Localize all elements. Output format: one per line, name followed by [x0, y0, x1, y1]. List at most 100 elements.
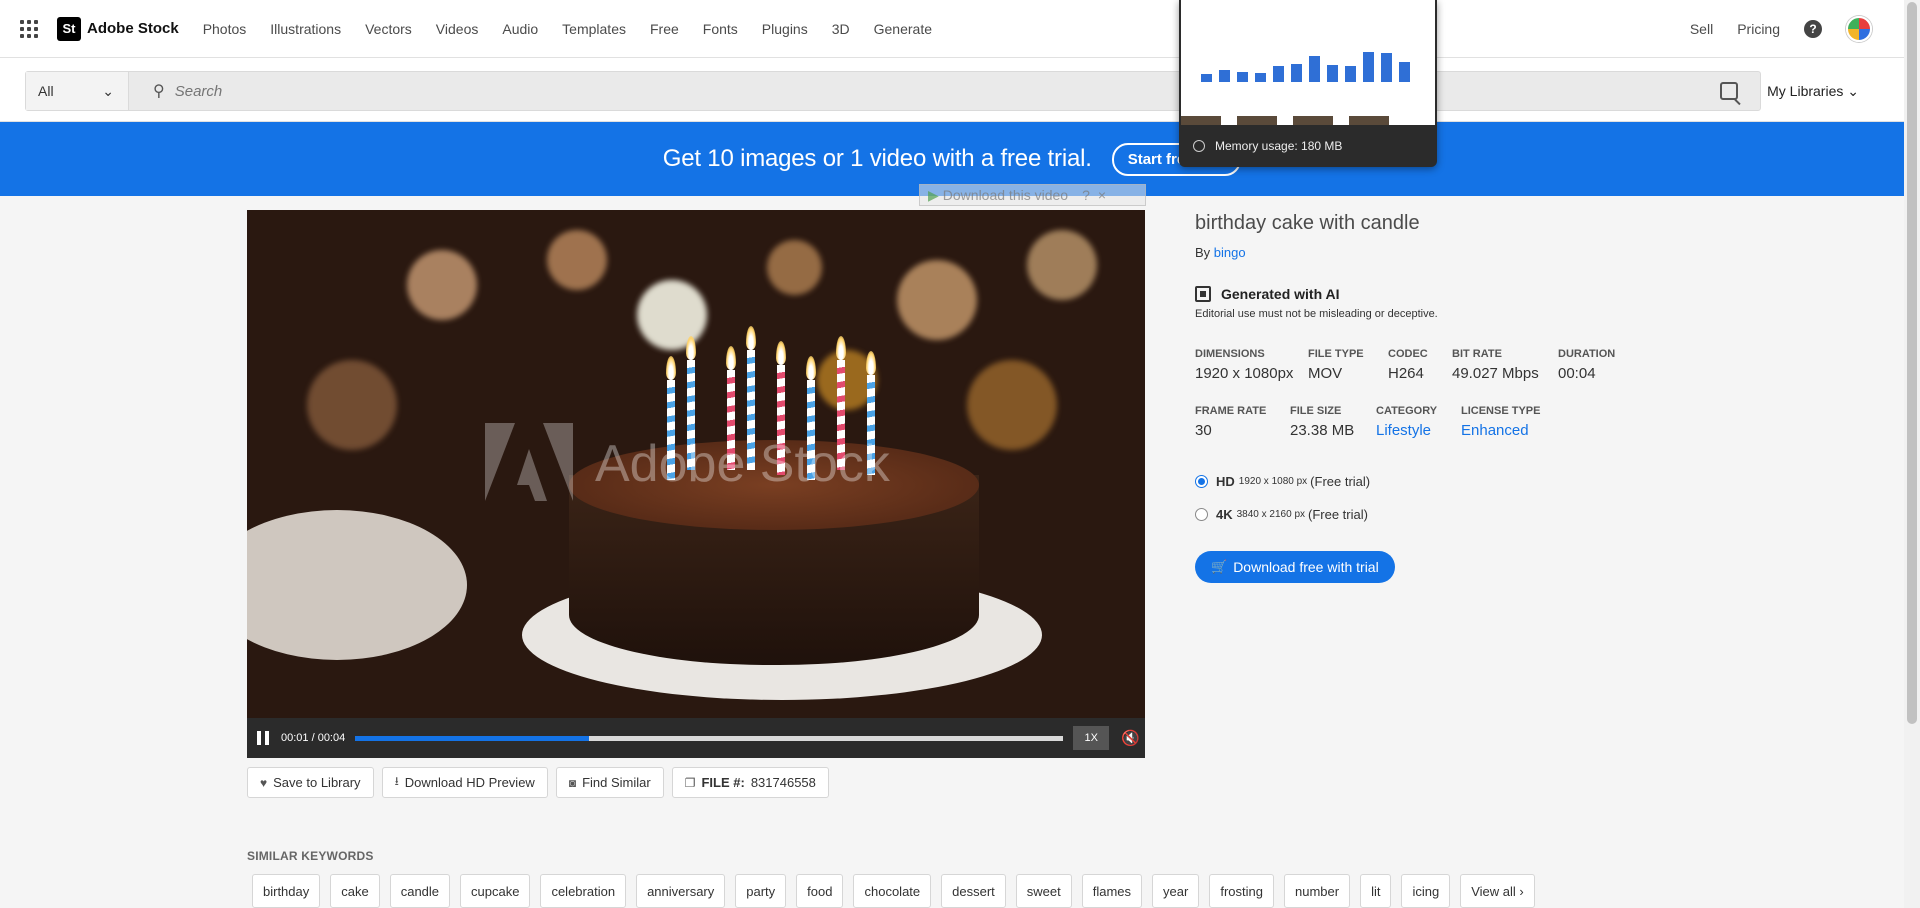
keyword-chip[interactable]: frosting: [1209, 874, 1274, 908]
overlay-help-icon[interactable]: ?: [1082, 187, 1090, 203]
option-hd[interactable]: HD 1920 x 1080 px (Free trial): [1195, 474, 1370, 489]
keyword-chip[interactable]: flames: [1081, 874, 1143, 908]
nav-sell[interactable]: Sell: [1690, 21, 1713, 37]
spec-value: 1920 x 1080px: [1195, 365, 1294, 382]
app-grid-icon[interactable]: [20, 19, 38, 38]
banner-text: Get 10 images or 1 video with a free tri…: [662, 145, 1092, 172]
nav-vectors[interactable]: Vectors: [365, 21, 412, 37]
keyword-list: birthday cake candle cupcake celebration…: [252, 874, 1545, 908]
keyword-chip[interactable]: dessert: [941, 874, 1006, 908]
by-label: By: [1195, 245, 1211, 260]
nav-audio[interactable]: Audio: [502, 21, 538, 37]
nav-3d[interactable]: 3D: [832, 21, 850, 37]
license-type-link[interactable]: Enhanced: [1461, 422, 1540, 439]
save-to-library-button[interactable]: ♥ Save to Library: [247, 767, 374, 798]
keyword-chip[interactable]: food: [796, 874, 844, 908]
video-timeline[interactable]: [355, 735, 1064, 741]
nav-illustrations[interactable]: Illustrations: [270, 21, 341, 37]
page-scrollbar[interactable]: [1904, 0, 1920, 908]
author-link[interactable]: bingo: [1214, 245, 1246, 260]
avatar[interactable]: [1846, 16, 1872, 42]
camera-icon: ◙: [568, 775, 577, 790]
candle-flame: [836, 336, 846, 360]
option-hd-label: HD: [1216, 474, 1235, 489]
pause-icon[interactable]: [257, 731, 269, 745]
nav-generate[interactable]: Generate: [874, 21, 932, 37]
keyword-chip[interactable]: cupcake: [460, 874, 531, 908]
download-free-trial-button[interactable]: 🛒 Download free with trial: [1195, 551, 1395, 583]
search-input[interactable]: [174, 82, 1720, 100]
candle-flame: [726, 346, 736, 370]
spec-value: 23.38 MB: [1290, 422, 1355, 439]
asset-title: birthday cake with candle: [1195, 212, 1420, 234]
watermark-text: Adobe Stock: [595, 435, 890, 493]
playback-speed-button[interactable]: 1X: [1073, 726, 1110, 750]
visual-search-icon[interactable]: [1720, 82, 1738, 100]
cart-icon: 🛒: [1211, 559, 1228, 574]
keyword-chip[interactable]: number: [1283, 874, 1351, 908]
video-player[interactable]: Adobe Stock: [247, 210, 1145, 718]
candle-flame: [866, 351, 876, 375]
my-libraries-button[interactable]: My Libraries ⌄: [1767, 83, 1859, 100]
mute-icon[interactable]: 🔇: [1121, 729, 1140, 747]
keyword-chip[interactable]: birthday: [252, 874, 321, 908]
keyword-chip[interactable]: anniversary: [636, 874, 726, 908]
option-4k-label: 4K: [1216, 507, 1233, 522]
keyword-chip[interactable]: celebration: [540, 874, 627, 908]
copy-icon: ❐: [684, 775, 696, 790]
nav-free[interactable]: Free: [650, 21, 679, 37]
spec-value: 30: [1195, 422, 1212, 439]
nav-photos[interactable]: Photos: [203, 21, 247, 37]
save-to-library-label: Save to Library: [273, 775, 361, 790]
download-video-overlay[interactable]: ▶ Download this video ? ×: [919, 184, 1146, 206]
keyword-chip[interactable]: sweet: [1015, 874, 1072, 908]
spec-label: FILE TYPE: [1308, 348, 1364, 360]
adobe-watermark-logo-icon: [485, 423, 573, 501]
option-4k[interactable]: 4K 3840 x 2160 px (Free trial): [1195, 507, 1368, 522]
ai-label: Generated with AI: [1221, 286, 1340, 302]
candle-flame: [806, 356, 816, 380]
4k-radio[interactable]: [1195, 508, 1208, 521]
scrollbar-thumb[interactable]: [1907, 2, 1917, 724]
nav-links: Photos Illustrations Vectors Videos Audi…: [203, 21, 956, 37]
nav-templates[interactable]: Templates: [562, 21, 626, 37]
keyword-chip[interactable]: year: [1152, 874, 1200, 908]
file-number-label: FILE #:: [701, 775, 745, 790]
spec-label: FRAME RATE: [1195, 405, 1267, 417]
nav-fonts[interactable]: Fonts: [703, 21, 738, 37]
play-icon: ▶: [928, 186, 939, 203]
keyword-chip[interactable]: lit: [1360, 874, 1392, 908]
spec-frame-rate: FRAME RATE 30: [1195, 405, 1266, 439]
download-video-label: Download this video: [942, 187, 1069, 203]
asset-details: birthday cake with candle By bingo Gener…: [1195, 212, 1615, 583]
download-hd-preview-button[interactable]: ⭳ Download HD Preview: [381, 767, 548, 798]
help-icon[interactable]: ?: [1804, 20, 1822, 38]
category-link[interactable]: Lifestyle: [1376, 422, 1437, 439]
find-similar-button[interactable]: ◙ Find Similar: [555, 767, 664, 798]
side-plate: [247, 510, 467, 660]
asset-actions: ♥ Save to Library ⭳ Download HD Preview …: [247, 767, 837, 798]
brand-logo[interactable]: St Adobe Stock: [57, 16, 179, 41]
nav-plugins[interactable]: Plugins: [762, 21, 808, 37]
candle-flame: [666, 356, 676, 380]
keyword-chip[interactable]: candle: [389, 874, 451, 908]
bokeh-light: [967, 360, 1057, 450]
search-filter-select[interactable]: All ⌄: [26, 72, 129, 110]
keyword-chip[interactable]: chocolate: [853, 874, 932, 908]
ai-note: Editorial use must not be misleading or …: [1195, 308, 1438, 320]
nav-videos[interactable]: Videos: [436, 21, 479, 37]
view-all-keywords-button[interactable]: View all ›: [1460, 874, 1535, 908]
download-hd-preview-label: Download HD Preview: [404, 775, 535, 790]
spec-label: BIT RATE: [1452, 348, 1502, 360]
file-number[interactable]: ❐ FILE #: 831746558: [671, 767, 829, 798]
spec-duration: DURATION 00:04: [1558, 348, 1615, 382]
hd-radio[interactable]: [1195, 475, 1208, 488]
spec-category: CATEGORY Lifestyle: [1376, 405, 1437, 439]
keyword-chip[interactable]: icing: [1401, 874, 1451, 908]
ai-generated-icon: [1195, 286, 1211, 302]
nav-pricing[interactable]: Pricing: [1737, 21, 1780, 37]
close-icon[interactable]: ×: [1098, 187, 1106, 203]
similar-keywords-title: SIMILAR KEYWORDS: [247, 849, 374, 863]
keyword-chip[interactable]: cake: [330, 874, 380, 908]
keyword-chip[interactable]: party: [735, 874, 787, 908]
